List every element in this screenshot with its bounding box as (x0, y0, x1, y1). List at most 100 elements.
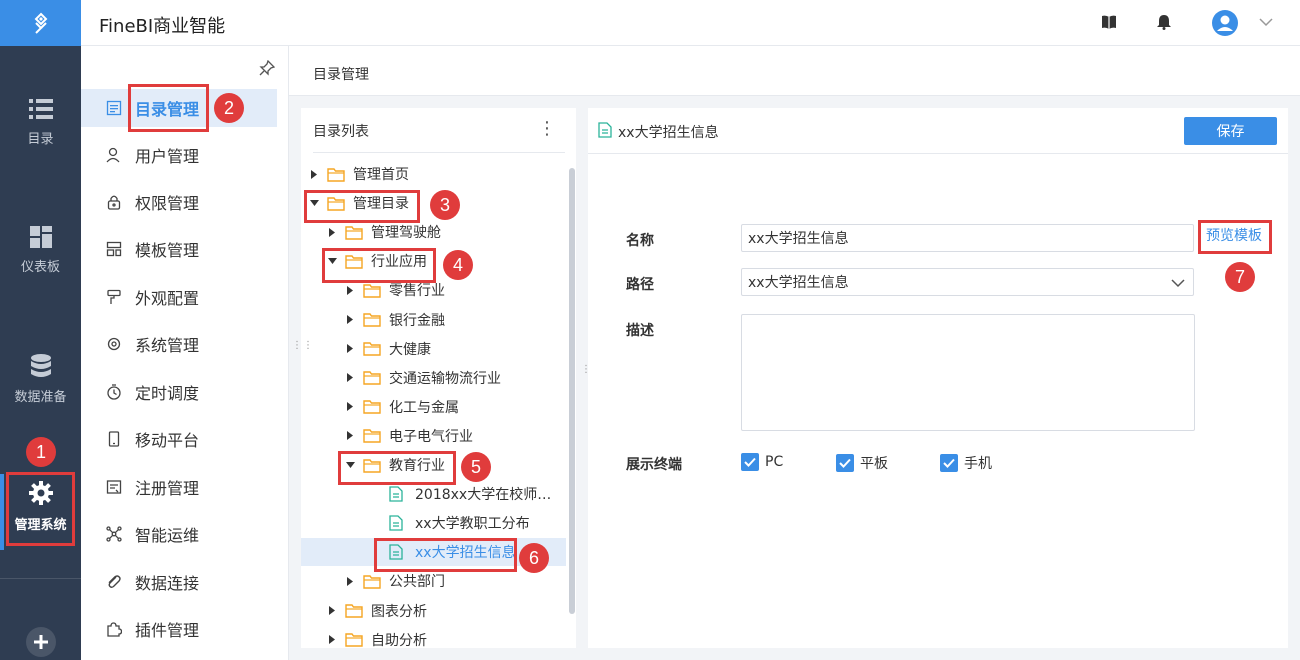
menu-item-schedule[interactable]: 定时调度 (81, 373, 277, 411)
annotation-marker: 4 (443, 250, 473, 280)
menu-item-label: 数据连接 (135, 574, 200, 593)
timer-icon (105, 383, 123, 401)
tree-item-label: 化工与金属 (389, 399, 459, 416)
tree-item-label: 银行金融 (389, 312, 445, 329)
caret-right-icon[interactable] (327, 227, 337, 237)
checkbox-label: 手机 (964, 456, 992, 472)
path-label: 路径 (626, 277, 654, 293)
caret-right-icon[interactable] (345, 344, 355, 354)
avatar[interactable] (1212, 10, 1238, 36)
menu-item-template-management[interactable]: 模板管理 (81, 230, 277, 268)
tree-folder-item[interactable]: 交通运输物流行业 (301, 364, 566, 392)
system-menu: 目录管理 用户管理 权限管理 模板管理 外观配置 系统管理 定时调度 移动平台 … (81, 46, 289, 660)
annotation-box (1198, 220, 1272, 254)
folder-icon (363, 399, 381, 415)
lock-icon (105, 193, 123, 211)
tree-title: 目录列表 (313, 124, 369, 140)
menu-item-label: 插件管理 (135, 621, 200, 640)
menu-item-data-connection[interactable]: 数据连接 (81, 563, 277, 601)
caret-right-icon[interactable] (327, 635, 337, 645)
checkbox-label: 平板 (860, 456, 888, 472)
tree-item-label: xx大学教职工分布 (415, 516, 530, 533)
menu-item-registration[interactable]: 注册管理 (81, 468, 277, 506)
tree-item-label: 大健康 (389, 341, 431, 358)
file-icon (598, 122, 612, 138)
menu-item-label: 模板管理 (135, 241, 200, 260)
menu-item-mobile-platform[interactable]: 移动平台 (81, 420, 277, 458)
name-input[interactable]: xx大学招生信息 (741, 224, 1194, 252)
menu-item-system-management[interactable]: 系统管理 (81, 325, 277, 363)
caret-right-icon[interactable] (345, 402, 355, 412)
terminal-pc-checkbox[interactable]: PC (741, 453, 783, 471)
plugin-icon (105, 620, 123, 638)
more-options-icon[interactable]: ⋮ (538, 118, 556, 139)
checkbox-checked-icon (940, 454, 958, 472)
caret-right-icon[interactable] (345, 373, 355, 383)
menu-item-user-management[interactable]: 用户管理 (81, 136, 277, 174)
caret-right-icon[interactable] (345, 576, 355, 586)
tree-file-item[interactable]: xx大学教职工分布 (301, 509, 566, 537)
menu-item-label: 注册管理 (135, 479, 200, 498)
tree-item-label: 公共部门 (389, 574, 445, 591)
menu-item-appearance[interactable]: 外观配置 (81, 278, 277, 316)
annotation-box (6, 472, 75, 546)
tree-folder-item[interactable]: 大健康 (301, 335, 566, 363)
tree-folder-item[interactable]: 管理首页 (301, 160, 566, 188)
tree-item-label: 交通运输物流行业 (389, 370, 501, 387)
book-icon[interactable] (1101, 14, 1117, 30)
rail-item-catalog[interactable]: 目录 (0, 98, 81, 147)
pin-icon[interactable] (259, 60, 275, 76)
tree-folder-item[interactable]: 化工与金属 (301, 393, 566, 421)
breadcrumb-current: 目录管理 (313, 67, 369, 83)
template-detail-panel: xx大学招生信息 保存 名称 xx大学招生信息 路径 xx大学招生信息 预览模板… (588, 108, 1288, 648)
name-label: 名称 (626, 233, 654, 249)
menu-item-smart-ops[interactable]: 智能运维 (81, 515, 277, 553)
caret-right-icon[interactable] (345, 315, 355, 325)
annotation-marker: 1 (26, 437, 56, 467)
rail-item-data-prep[interactable]: 数据准备 (0, 354, 81, 405)
tree-item-label: 图表分析 (371, 603, 427, 620)
description-textarea[interactable] (741, 314, 1195, 431)
gear-icon (105, 335, 123, 353)
terminal-tablet-checkbox[interactable]: 平板 (836, 453, 888, 473)
database-icon (30, 354, 51, 377)
annotation-marker: 5 (461, 452, 491, 482)
resize-handle[interactable]: ⋮⋮ (292, 341, 314, 351)
rail-item-dashboard[interactable]: 仪表板 (0, 226, 81, 275)
caret-right-icon[interactable] (327, 606, 337, 616)
app-header: FineBI商业智能 (81, 0, 1300, 46)
tree-folder-item[interactable]: 电子电气行业 (301, 422, 566, 450)
tree-item-label: 零售行业 (389, 283, 445, 300)
add-button[interactable] (0, 627, 81, 657)
breadcrumb: 目录管理 (289, 46, 1300, 96)
menu-item-plugin-management[interactable]: 插件管理 (81, 610, 277, 648)
template-icon (105, 240, 123, 258)
annotation-box (304, 190, 420, 223)
path-select[interactable]: xx大学招生信息 (741, 268, 1194, 296)
menu-item-label: 定时调度 (135, 384, 200, 403)
caret-right-icon[interactable] (309, 169, 319, 179)
tree-folder-item[interactable]: 图表分析 (301, 597, 566, 625)
folder-icon (345, 603, 363, 619)
tree-folder-item[interactable]: 自助分析 (301, 626, 566, 648)
mobile-icon (105, 430, 123, 448)
tree-folder-item[interactable]: 银行金融 (301, 306, 566, 334)
network-icon (105, 525, 123, 543)
folder-icon (327, 166, 345, 182)
caret-right-icon[interactable] (345, 285, 355, 295)
bell-icon[interactable] (1157, 14, 1171, 30)
tree-item-label: 2018xx大学在校师… (415, 487, 552, 504)
app-logo[interactable] (0, 0, 81, 46)
divider (313, 152, 565, 153)
folder-icon (363, 282, 381, 298)
caret-right-icon[interactable] (345, 431, 355, 441)
tree-scrollbar[interactable] (569, 168, 575, 614)
folder-icon (363, 370, 381, 386)
terminal-phone-checkbox[interactable]: 手机 (940, 453, 992, 473)
chevron-down-icon[interactable] (1259, 18, 1273, 27)
save-button[interactable]: 保存 (1184, 117, 1277, 145)
menu-item-permission-management[interactable]: 权限管理 (81, 183, 277, 221)
folder-icon (363, 341, 381, 357)
